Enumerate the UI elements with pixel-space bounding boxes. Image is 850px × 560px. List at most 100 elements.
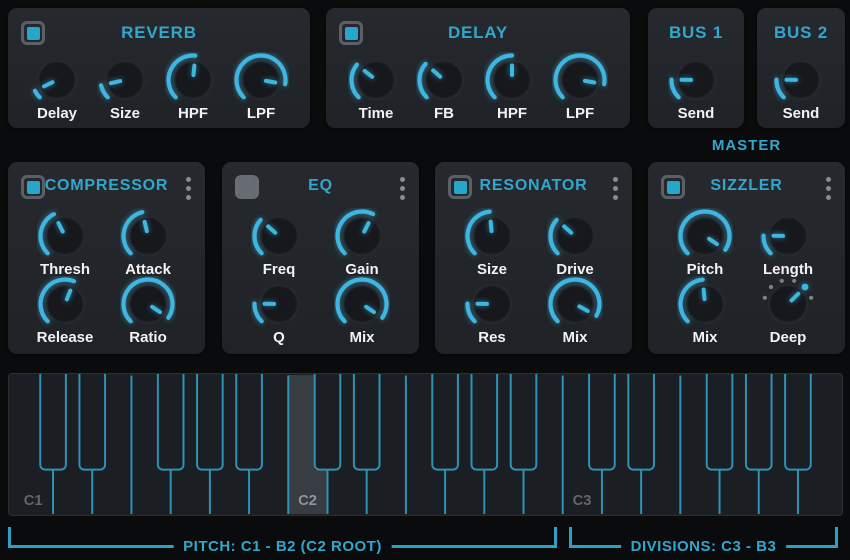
eq-panel: EQ Freq Gain Q Mix: [222, 162, 419, 354]
black-key: [588, 374, 616, 471]
delay-title: DELAY: [447, 23, 509, 42]
sizzler-deep-knob[interactable]: Deep: [747, 276, 830, 346]
delay-time-knob[interactable]: Time: [342, 52, 410, 122]
eq-freq-knob[interactable]: Freq: [238, 208, 321, 278]
delay-hpf-knob[interactable]: HPF: [478, 52, 546, 122]
knob-dial[interactable]: [760, 276, 816, 332]
knob-dial[interactable]: [677, 276, 733, 332]
reverb-lpf-knob[interactable]: LPF: [227, 52, 295, 122]
black-key: [431, 374, 459, 471]
knob-dial[interactable]: [29, 52, 85, 108]
black-key: [784, 374, 812, 471]
black-key: [196, 374, 224, 471]
knob-dial[interactable]: [668, 52, 724, 108]
knob-dial[interactable]: [547, 208, 603, 264]
resonator-panel: RESONATOR Size Drive Res Mix: [435, 162, 632, 354]
resonator-drive-knob[interactable]: Drive: [534, 208, 617, 278]
delay-fb-knob[interactable]: FB: [410, 52, 478, 122]
reverb-panel: REVERB Delay Size HPF LPF: [8, 8, 310, 128]
knob-dial[interactable]: [348, 52, 404, 108]
knob-dial[interactable]: [464, 208, 520, 264]
black-key: [78, 374, 107, 471]
compressor-menu-icon[interactable]: [184, 175, 193, 202]
sizzler-mix-knob[interactable]: Mix: [664, 276, 747, 346]
knob-label: Deep: [769, 329, 807, 346]
eq-menu-icon[interactable]: [398, 175, 407, 202]
black-key: [39, 374, 67, 471]
compressor-attack-knob[interactable]: Attack: [107, 208, 190, 278]
bus1-title: BUS 1: [668, 23, 724, 42]
sizzler-length-knob[interactable]: Length: [747, 208, 830, 278]
resonator-menu-icon[interactable]: [611, 175, 620, 202]
knob-label: Release: [36, 329, 94, 346]
delay-lpf-knob[interactable]: LPF: [546, 52, 614, 122]
sizzler-menu-icon[interactable]: [824, 175, 833, 202]
eq-q-knob[interactable]: Q: [238, 276, 321, 346]
sizzler-panel: SIZZLER Pitch Length Mix Deep: [648, 162, 845, 354]
knob-label: Size: [109, 105, 140, 122]
compressor-title: COMPRESSOR: [44, 177, 169, 194]
knob-dial[interactable]: [484, 52, 540, 108]
resonator-mix-knob[interactable]: Mix: [534, 276, 617, 346]
knob-dial[interactable]: [120, 276, 176, 332]
octave-label: C3: [573, 493, 592, 509]
black-key: [627, 374, 655, 471]
knob-dial[interactable]: [416, 52, 472, 108]
knob-label: HPF: [497, 105, 527, 122]
knob-label: Time: [358, 105, 394, 122]
knob-dial[interactable]: [251, 276, 307, 332]
reverb-size-knob[interactable]: Size: [91, 52, 159, 122]
reverb-title: REVERB: [121, 23, 197, 42]
knob-dial[interactable]: [552, 52, 608, 108]
knob-dial[interactable]: [760, 208, 816, 264]
black-key: [313, 374, 342, 471]
piano-keyboard[interactable]: C1 C2 C3: [8, 373, 843, 516]
bus1-send-knob[interactable]: Send: [662, 52, 730, 122]
black-key: [744, 374, 773, 471]
compressor-ratio-knob[interactable]: Ratio: [107, 276, 190, 346]
pitch-range-label: PITCH: C1 - B2 (C2 ROOT): [173, 537, 392, 556]
knob-label: Mix: [349, 329, 375, 346]
knob-label: Delay: [36, 105, 78, 122]
black-key: [705, 374, 734, 471]
octave-label: C2: [298, 493, 317, 509]
knob-dial[interactable]: [773, 52, 829, 108]
bus2-panel: BUS 2 Send: [757, 8, 845, 128]
knob-label: Send: [782, 105, 820, 122]
delay-panel: DELAY Time FB HPF LPF: [326, 8, 630, 128]
bus2-send-knob[interactable]: Send: [767, 52, 835, 122]
knob-dial[interactable]: [547, 276, 603, 332]
knob-dial[interactable]: [334, 208, 390, 264]
black-key: [352, 374, 381, 471]
bus1-panel: BUS 1 Send: [648, 8, 744, 128]
knob-dial[interactable]: [464, 276, 520, 332]
knob-dial[interactable]: [97, 52, 153, 108]
knob-dial[interactable]: [233, 52, 289, 108]
knob-dial[interactable]: [165, 52, 221, 108]
resonator-res-knob[interactable]: Res: [451, 276, 534, 346]
reverb-hpf-knob[interactable]: HPF: [159, 52, 227, 122]
compressor-panel: COMPRESSOR Thresh Attack Release Ratio: [8, 162, 205, 354]
sizzler-pitch-knob[interactable]: Pitch: [664, 208, 747, 278]
reverb-delay-knob[interactable]: Delay: [23, 52, 91, 122]
master-label: MASTER: [711, 137, 782, 154]
eq-mix-knob[interactable]: Mix: [321, 276, 404, 346]
divisions-range-bracket[interactable]: DIVISIONS: C3 - B3: [569, 527, 838, 556]
knob-dial[interactable]: [251, 208, 307, 264]
knob-dial[interactable]: [37, 208, 93, 264]
divisions-range-label: DIVISIONS: C3 - B3: [620, 537, 787, 556]
knob-label: Mix: [692, 329, 718, 346]
compressor-release-knob[interactable]: Release: [24, 276, 107, 346]
knob-dial[interactable]: [37, 276, 93, 332]
eq-gain-knob[interactable]: Gain: [321, 208, 404, 278]
black-key: [156, 374, 185, 471]
black-key: [509, 374, 538, 471]
pitch-range-bracket[interactable]: PITCH: C1 - B2 (C2 ROOT): [8, 527, 557, 556]
bus2-title: BUS 2: [773, 23, 829, 42]
resonator-size-knob[interactable]: Size: [451, 208, 534, 278]
knob-label: Mix: [562, 329, 588, 346]
knob-dial[interactable]: [677, 208, 733, 264]
knob-dial[interactable]: [120, 208, 176, 264]
knob-dial[interactable]: [334, 276, 390, 332]
compressor-thresh-knob[interactable]: Thresh: [24, 208, 107, 278]
